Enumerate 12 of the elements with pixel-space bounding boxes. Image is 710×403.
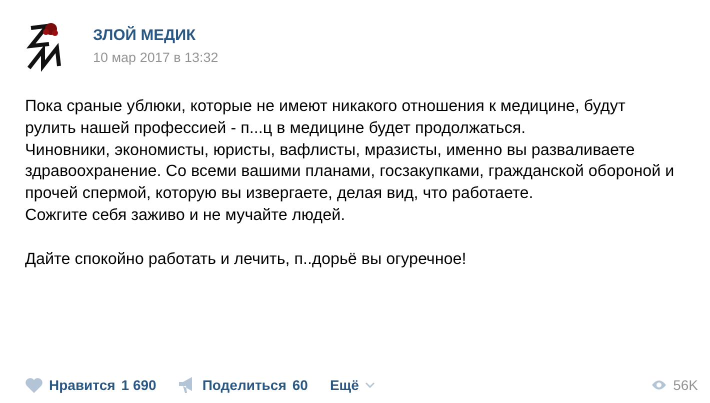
more-button[interactable]: Ещё <box>330 374 375 396</box>
author-name[interactable]: ЗЛОЙ МЕДИК <box>93 24 218 47</box>
heart-icon <box>25 377 43 393</box>
eye-icon <box>651 379 668 391</box>
share-button[interactable]: Поделиться 60 <box>178 374 308 396</box>
caret-icon <box>364 382 375 388</box>
post-paragraph: Дайте спокойно работать и лечить, п..дорьё вы огуречное! <box>25 248 468 270</box>
post-paragraph: Сожгите себя заживо и не мучайте людей. <box>25 204 346 226</box>
like-button[interactable]: Нравится 1 690 <box>25 374 156 396</box>
post-paragraph: Чиновники, экономисты, юристы, вафлисты, мразисты, именно вы разваливаете здравоохранение. Со всеми вашими планами, госзакупками, гражданской обороной и прочей спермой, которую вы извергаете, делая вид, что работаете. <box>25 140 676 204</box>
view-count: 56K <box>673 376 698 394</box>
post-paragraph: Пока сраные ублюки, которые не имеют никакого отношения к медицине, будут рулить нашей профессией - п...ц в медицине будет продолжаться. <box>25 96 626 139</box>
